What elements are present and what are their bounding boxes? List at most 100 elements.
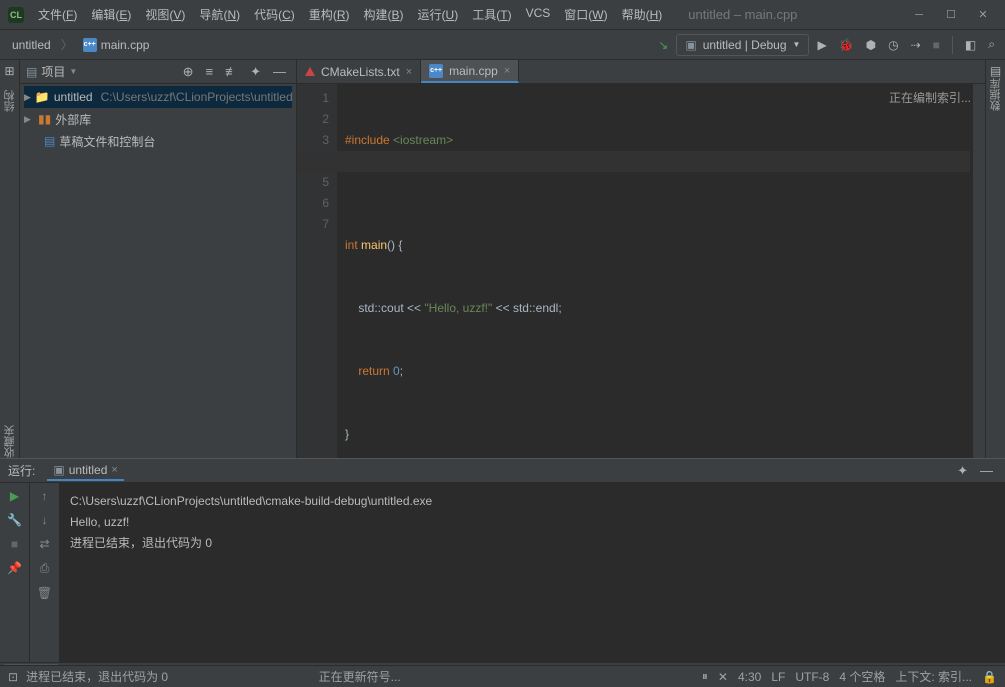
expand-icon[interactable]: ≡ xyxy=(202,62,218,81)
scratch-icon: ▤ xyxy=(44,134,55,148)
cursor-position[interactable]: 4:30 xyxy=(738,670,761,684)
chevron-right-icon: ▶ xyxy=(24,114,34,125)
menu-navigate[interactable]: 导航(N) xyxy=(193,2,246,27)
run-header: 运行: ▣ untitled × ✦ — xyxy=(0,459,1005,483)
wrap-icon[interactable]: ⇄ xyxy=(39,537,49,551)
attach-icon[interactable]: ⇢ xyxy=(907,34,925,56)
git-icon[interactable]: ◧ xyxy=(961,34,980,56)
console-output[interactable]: C:\Users\uzzf\CLionProjects\untitled\cma… xyxy=(60,483,1005,662)
cpp-file-icon: c++ xyxy=(83,38,97,52)
play-icon[interactable]: ▶ xyxy=(813,34,830,56)
folder-icon: 📁 xyxy=(35,90,50,104)
menu-window[interactable]: 窗口(W) xyxy=(558,2,613,27)
print-icon[interactable]: ⎙ xyxy=(40,561,50,576)
menu-refactor[interactable]: 重构(R) xyxy=(303,2,356,27)
minimize-button[interactable]: ─ xyxy=(909,5,929,25)
window-title: untitled – main.cpp xyxy=(688,7,909,22)
menu-file[interactable]: 文件(F) xyxy=(32,2,83,27)
gear-icon[interactable]: ✦ xyxy=(953,461,972,481)
tab-main-cpp[interactable]: c++ main.cpp × xyxy=(421,60,519,83)
console-line: 进程已结束，退出代码为 0 xyxy=(70,533,995,554)
tree-label: 外部库 xyxy=(55,111,91,128)
down-icon[interactable]: ↓ xyxy=(42,513,48,527)
menu-tools[interactable]: 工具(T) xyxy=(466,2,517,27)
run-config-label: untitled | Debug xyxy=(703,38,787,52)
stop-icon[interactable]: ■ xyxy=(929,34,944,56)
up-icon[interactable]: ↑ xyxy=(42,489,48,503)
clear-icon[interactable]: 🗑 xyxy=(37,586,52,600)
stop-icon[interactable]: 🔧 xyxy=(7,513,22,527)
close-icon[interactable]: × xyxy=(504,65,510,77)
chevron-down-icon: ▼ xyxy=(793,40,801,49)
run-side-toolbar-1: ▶ 🔧 ■ 📌 xyxy=(0,483,30,662)
tab-label: main.cpp xyxy=(449,64,498,78)
target-icon: ▣ xyxy=(685,38,696,52)
status-bar: ⊡ 进程已结束，退出代码为 0 正在更新符号... ⏸ ✕ 4:30 LF UT… xyxy=(0,665,1005,687)
cpp-file-icon: c++ xyxy=(429,64,443,78)
tree-root[interactable]: ▶ 📁 untitled C:\Users\uzzf\CLionProjects… xyxy=(24,86,292,108)
menu-vcs[interactable]: VCS xyxy=(520,2,557,27)
menu-code[interactable]: 代码(C) xyxy=(248,2,301,27)
lock-icon[interactable]: 🔒 xyxy=(982,670,997,684)
pin-icon[interactable]: 📌 xyxy=(7,561,22,575)
pause-icon[interactable]: ⏸ xyxy=(702,669,708,684)
tab-label: CMakeLists.txt xyxy=(321,65,400,79)
crumb-file[interactable]: c++ main.cpp xyxy=(77,36,156,54)
coverage-icon[interactable]: ⬢ xyxy=(862,34,880,56)
console-line: C:\Users\uzzf\CLionProjects\untitled\cma… xyxy=(70,491,995,512)
maximize-button[interactable]: ☐ xyxy=(941,5,961,25)
close-icon[interactable]: × xyxy=(406,66,412,78)
tab-cmakelists[interactable]: CMakeLists.txt × xyxy=(297,60,421,83)
target-icon: ▣ xyxy=(53,463,64,477)
menu-run[interactable]: 运行(U) xyxy=(412,2,465,27)
tree-ext-libs[interactable]: ▶ ▮▮ 外部库 xyxy=(24,108,292,130)
project-panel: ▤ 项目 ▼ ⊕ ≡ ≢ ✦ — ▶ 📁 untitled C:\Users\u… xyxy=(20,60,297,458)
database-icon[interactable]: ▤ xyxy=(990,64,1001,78)
structure-tab[interactable]: 结构 xyxy=(2,90,18,112)
menu-help[interactable]: 帮助(H) xyxy=(616,2,669,27)
run-tool-window: 运行: ▣ untitled × ✦ — ▶ 🔧 ■ 📌 ↑ ↓ ⇄ ⎙ 🗑 C… xyxy=(0,458,1005,662)
close-icon[interactable]: × xyxy=(111,464,117,476)
toolbar-right: ↘ ▣ untitled | Debug ▼ ▶ 🐞 ⬢ ◷ ⇢ ■ ◧ ⌕ xyxy=(654,33,999,56)
code-area[interactable]: 123 4567 #include <iostream> int main() … xyxy=(297,84,985,458)
hide-icon[interactable]: — xyxy=(269,62,290,81)
hammer-icon[interactable]: ↘ xyxy=(654,34,672,56)
menu-edit[interactable]: 编辑(E) xyxy=(85,2,137,27)
line-separator[interactable]: LF xyxy=(771,670,785,684)
crumb-project[interactable]: untitled xyxy=(6,36,57,54)
chevron-right-icon: 〉 xyxy=(61,36,73,53)
file-encoding[interactable]: UTF-8 xyxy=(795,670,829,684)
menu-build[interactable]: 构建(B) xyxy=(357,2,409,27)
context-label[interactable]: 上下文: 索引... xyxy=(895,668,972,685)
status-right: ⏸ ✕ 4:30 LF UTF-8 4 个空格 上下文: 索引... 🔒 xyxy=(702,668,997,685)
toolwindow-icon[interactable]: ⊡ xyxy=(8,670,18,684)
profile-icon[interactable]: ◷ xyxy=(884,34,902,56)
search-icon[interactable]: ⌕ xyxy=(984,33,999,56)
indexing-hint: 正在编制索引... xyxy=(885,87,975,108)
run-configuration-selector[interactable]: ▣ untitled | Debug ▼ xyxy=(676,34,809,56)
close-icon[interactable]: ✕ xyxy=(718,670,728,684)
indent-label[interactable]: 4 个空格 xyxy=(839,668,885,685)
tree-scratches[interactable]: ▤ 草稿文件和控制台 xyxy=(24,130,292,152)
favorites-tab[interactable]: 收藏夹 xyxy=(2,425,18,458)
cmake-icon xyxy=(305,67,315,76)
locate-icon[interactable]: ⊕ xyxy=(179,62,198,82)
run-body: ▶ 🔧 ■ 📌 ↑ ↓ ⇄ ⎙ 🗑 C:\Users\uzzf\CLionPro… xyxy=(0,483,1005,662)
bug-icon[interactable]: 🐞 xyxy=(835,34,858,56)
gear-icon[interactable]: ✦ xyxy=(246,62,265,82)
window-controls: ─ ☐ ✕ xyxy=(909,5,993,25)
chevron-down-icon[interactable]: ▼ xyxy=(69,67,77,76)
run-tab-untitled[interactable]: ▣ untitled × xyxy=(47,461,123,481)
collapse-icon[interactable]: ≢ xyxy=(221,62,242,81)
line-gutter: 123 4567 xyxy=(297,84,337,458)
hide-icon[interactable]: — xyxy=(976,461,997,480)
toolwindow-icon[interactable]: ⊞ xyxy=(4,64,14,78)
rerun-icon[interactable]: ▶ xyxy=(10,489,19,503)
menu-view[interactable]: 视图(V) xyxy=(139,2,191,27)
database-tab[interactable]: 数据库 xyxy=(988,78,1004,111)
editor: CMakeLists.txt × c++ main.cpp × 123 4567… xyxy=(297,60,985,458)
stop-icon[interactable]: ■ xyxy=(11,537,18,551)
code-content[interactable]: #include <iostream> int main() { std::co… xyxy=(337,84,985,458)
close-button[interactable]: ✕ xyxy=(973,5,993,25)
app-logo-icon: CL xyxy=(8,7,24,23)
